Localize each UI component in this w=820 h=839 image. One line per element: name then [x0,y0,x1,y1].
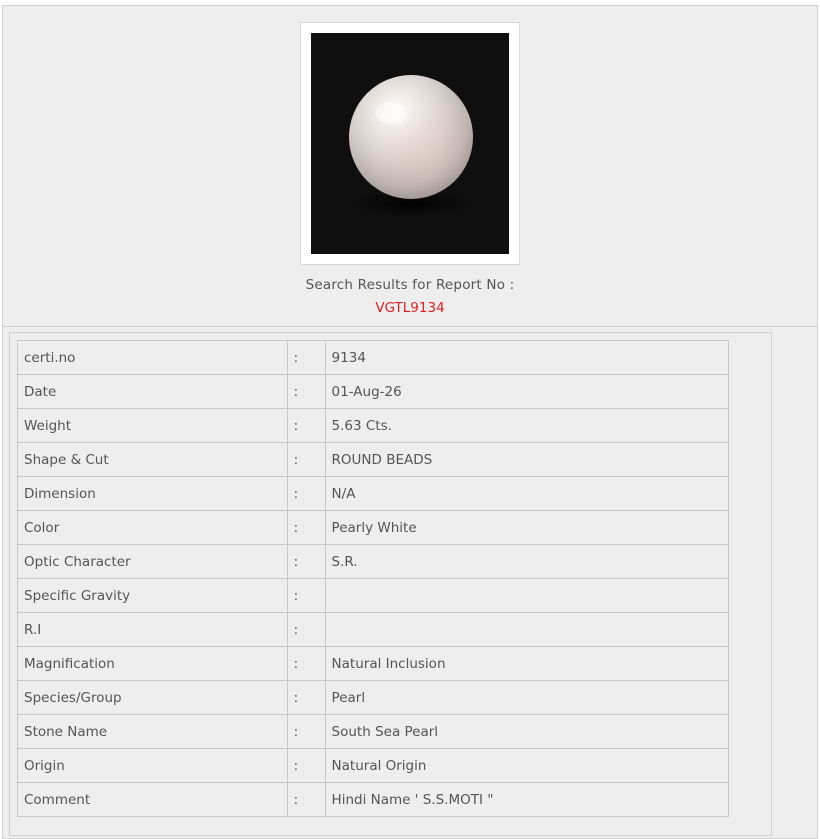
table-row: Date:01-Aug-26 [17,374,730,409]
field-separator: : [286,340,326,375]
field-separator: : [286,374,326,409]
field-separator: : [286,476,326,511]
field-value: S.R. [324,544,730,579]
field-label: Weight [17,408,288,443]
field-label: Dimension [17,476,288,511]
report-number: VGTL9134 [375,300,445,316]
field-value [324,578,730,613]
search-results-label: Search Results for Report No : [305,277,515,293]
report-header: Search Results for Report No : VGTL9134 [3,6,817,327]
field-value: Pearl [324,680,730,715]
field-separator: : [286,680,326,715]
pearl-photo [311,33,509,254]
details-table-body: certi.no:9134 Date:01-Aug-26 Weight:5.63 C… [17,340,730,817]
field-label: Origin [17,748,288,783]
table-row: R.I: [17,612,730,647]
field-value: 5.63 Cts. [324,408,730,443]
field-label: Comment [17,782,288,817]
field-value: Pearly White [324,510,730,545]
field-separator: : [286,714,326,749]
field-label: Species/Group [17,680,288,715]
field-value: N/A [324,476,730,511]
field-value: Natural Inclusion [324,646,730,681]
field-separator: : [286,442,326,477]
field-value: 01-Aug-26 [324,374,730,409]
table-row: certi.no:9134 [17,340,730,375]
details-table-wrapper: certi.no:9134 Date:01-Aug-26 Weight:5.63 C… [9,332,772,836]
field-label: Color [17,510,288,545]
field-separator: : [286,612,326,647]
table-row: Magnification: Natural Inclusion [17,646,730,681]
field-label: Stone Name [17,714,288,749]
field-value: Natural Origin [324,748,730,783]
field-label: R.I [17,612,288,647]
field-label: Magnification [17,646,288,681]
field-value: South Sea Pearl [324,714,730,749]
field-separator: : [286,578,326,613]
field-value: ROUND BEADS [324,442,730,477]
table-row: Stone Name: South Sea Pearl [17,714,730,749]
table-row: Origin: Natural Origin [17,748,730,783]
field-label: Shape & Cut [17,442,288,477]
field-label: Date [17,374,288,409]
field-value [324,612,730,647]
field-separator: : [286,408,326,443]
details-table: certi.no:9134 Date:01-Aug-26 Weight:5.63 C… [17,340,730,817]
field-separator: : [286,748,326,783]
photo-frame [300,22,520,265]
field-value: 9134 [324,340,730,375]
field-label: Optic Character [17,544,288,579]
report-container: Search Results for Report No : VGTL9134 … [2,5,818,839]
table-row: Dimension: N/A [17,476,730,511]
field-separator: : [286,510,326,545]
table-row: Specific Gravity: [17,578,730,613]
table-row: Comment: Hindi Name ' S.S.MOTI " [17,782,730,817]
field-label: Specific Gravity [17,578,288,613]
field-label: certi.no [17,340,288,375]
table-row: Color: Pearly White [17,510,730,545]
table-row: Weight:5.63 Cts. [17,408,730,443]
table-row: Shape & Cut: ROUND BEADS [17,442,730,477]
field-separator: : [286,782,326,817]
table-row: Species/Group: Pearl [17,680,730,715]
table-row: Optic Character: S.R. [17,544,730,579]
pearl-image [311,33,509,254]
field-value: Hindi Name ' S.S.MOTI " [324,782,730,817]
field-separator: : [286,544,326,579]
field-separator: : [286,646,326,681]
